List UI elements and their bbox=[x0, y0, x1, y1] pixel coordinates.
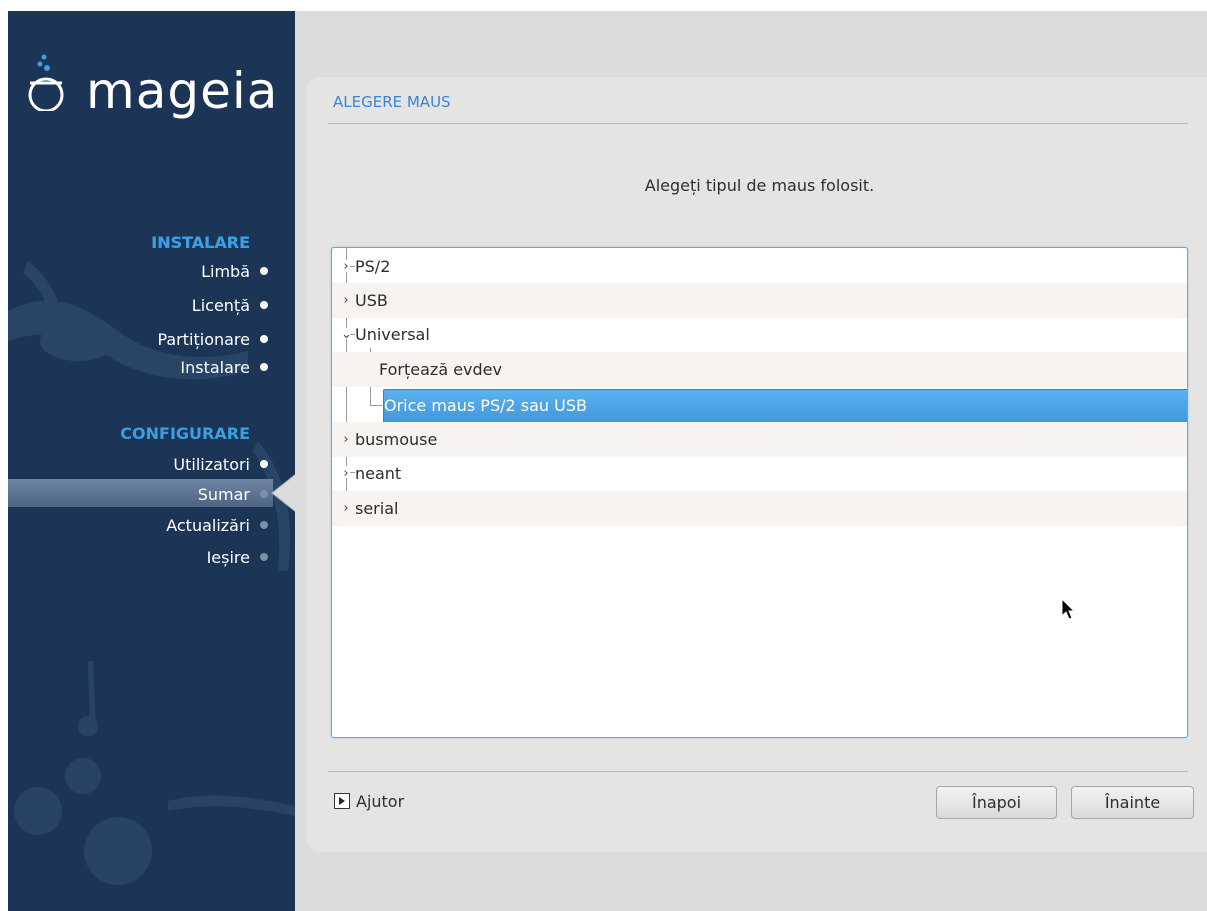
step-licenta: Licență bbox=[191, 293, 268, 317]
step-label: Sumar bbox=[197, 484, 250, 504]
expander-collapsed-icon[interactable]: › bbox=[341, 501, 351, 516]
section-title-instalare-label: INSTALARE bbox=[151, 233, 250, 252]
tree-item-orice-maus[interactable]: Orice maus PS/2 sau USB bbox=[332, 388, 1187, 423]
step-label: Actualizări bbox=[166, 515, 250, 535]
expander-collapsed-icon[interactable]: › bbox=[341, 259, 351, 274]
tree-item-label: serial bbox=[355, 499, 399, 518]
tree-item-label: busmouse bbox=[355, 430, 438, 449]
step-instalare: Instalare bbox=[180, 355, 268, 379]
expander-collapsed-icon[interactable]: › bbox=[341, 293, 351, 308]
step-label: Instalare bbox=[180, 357, 250, 377]
step-label: Ieșire bbox=[206, 547, 250, 567]
step-pending-dot bbox=[260, 553, 268, 561]
tree-item-busmouse[interactable]: › busmouse bbox=[332, 422, 1187, 457]
tree-item-label: USB bbox=[355, 291, 388, 310]
step-partitionare: Partiționare bbox=[157, 327, 268, 351]
step-iesire: Ieșire bbox=[206, 545, 268, 569]
step-label: Partiționare bbox=[157, 329, 250, 349]
installer-screen: mageia INSTALARE INSTALARE Limbă Licență… bbox=[0, 0, 1207, 911]
step-limba: Limbă bbox=[201, 259, 268, 283]
tree-item-forteaza-evdev[interactable]: Forțează evdev bbox=[332, 352, 1187, 387]
step-label: Limbă bbox=[201, 261, 250, 281]
expander-collapsed-icon[interactable]: › bbox=[341, 432, 351, 447]
step-current-dot bbox=[260, 490, 268, 498]
tree-item-label: neant bbox=[355, 464, 402, 483]
tree-item-label: PS/2 bbox=[355, 257, 391, 276]
step-done-dot bbox=[260, 335, 268, 343]
back-button[interactable]: Înapoi bbox=[936, 786, 1057, 819]
tree-item-label: Forțează evdev bbox=[379, 360, 502, 379]
step-done-dot bbox=[260, 267, 268, 275]
step-done-dot bbox=[260, 363, 268, 371]
expand-triangle-icon[interactable] bbox=[334, 793, 350, 809]
page-title: ALEGERE MAUS bbox=[333, 93, 451, 111]
sidebar-steps: INSTALARE Limbă Licență Partiționare Ins… bbox=[0, 0, 295, 911]
next-button[interactable]: Înainte bbox=[1071, 786, 1194, 819]
step-label: Licență bbox=[191, 295, 250, 315]
step-label: Utilizatori bbox=[173, 454, 250, 474]
step-pending-dot bbox=[260, 521, 268, 529]
mouse-type-tree[interactable]: › PS/2 › USB ⌄ Universal Forțează evdev … bbox=[331, 247, 1188, 738]
tree-item-usb[interactable]: › USB bbox=[332, 283, 1187, 318]
tree-item-universal[interactable]: ⌄ Universal bbox=[332, 317, 1187, 352]
tree-item-label: Orice maus PS/2 sau USB bbox=[384, 396, 587, 415]
title-divider bbox=[328, 123, 1188, 124]
step-done-dot bbox=[260, 460, 268, 468]
step-utilizatori: Utilizatori bbox=[173, 452, 268, 476]
step-actualizari: Actualizări bbox=[166, 513, 268, 537]
tree-item-label: Universal bbox=[355, 325, 430, 344]
tree-item-serial[interactable]: › serial bbox=[332, 491, 1187, 526]
tree-item-neant[interactable]: › neant bbox=[332, 456, 1187, 491]
mouse-pointer-icon bbox=[1061, 598, 1076, 620]
footer-divider bbox=[328, 771, 1188, 772]
help-label: Ajutor bbox=[356, 791, 405, 811]
step-done-dot bbox=[260, 301, 268, 309]
step-sumar: Sumar bbox=[197, 482, 268, 506]
expander-expanded-icon[interactable]: ⌄ bbox=[341, 327, 352, 342]
section-title-configurare: CONFIGURARE bbox=[120, 424, 250, 443]
expander-collapsed-icon[interactable]: › bbox=[341, 466, 351, 481]
help-toggle[interactable]: Ajutor bbox=[334, 789, 404, 813]
page-instruction: Alegeți tipul de maus folosit. bbox=[644, 176, 875, 195]
tree-item-ps2[interactable]: › PS/2 bbox=[332, 249, 1187, 284]
